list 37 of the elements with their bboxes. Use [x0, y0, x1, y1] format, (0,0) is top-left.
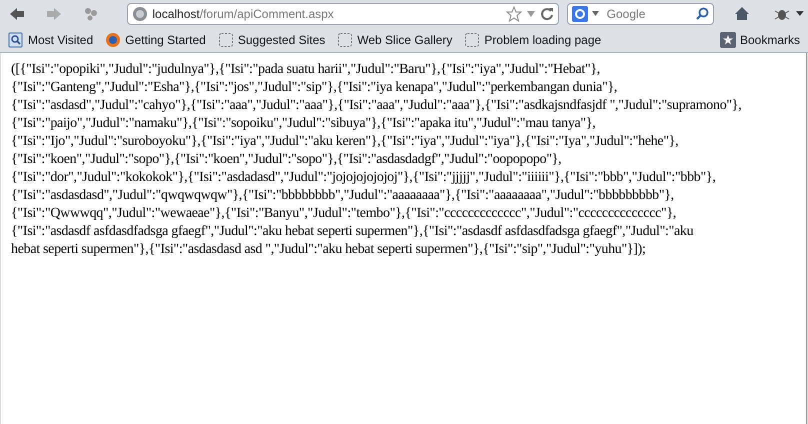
- json-text-line: {"Isi":"Qwwwqq","Judul":"wewaeae"},{"Isi":"Banyu","Judul":"tembo"},{"Isi":"ccccccccccccc","Judul":"cccccccccccccc"},: [11, 205, 676, 223]
- json-text-line: {"Isi":"asdasdf asfdasdfadsga gfaegf","Judul":"aku hebat seperti supermen"},{"Isi":"asdasdf asfdasdfadsga gfaegf","Judul":"aku: [11, 223, 694, 241]
- back-arrow-icon: [8, 6, 25, 20]
- json-text-line: ([{"Isi":"opopiki","Judul":"judulnya"},{"Isi":"pada suatu harii","Judul":"Baru"},{"Isi":"iya","Judul":"Hebat"},: [11, 61, 600, 79]
- json-text-line: {"Isi":"asdasd","Judul":"cahyo"},{"Isi":"aaa","Judul":"aaa"},{"Isi":"aaa","Judul":"aaa"},{"Isi":"asdkajsndfasjdf ","Judul":"supramono"},: [11, 97, 742, 115]
- address-bar[interactable]: localhost/forum/apiComment.aspx: [127, 2, 559, 24]
- json-text-line: {"Isi":"Ijo","Judul":"suroboyoku"},{"Isi":"iya","Judul":"aku keren"},{"Isi":"iya","Judul":"iya"},{"Isi":"Iya","Judul":"hehe"},: [11, 133, 678, 151]
- search-placeholder: Google: [606, 6, 646, 22]
- url-text: localhost/forum/apiComment.aspx: [152, 6, 334, 22]
- blank-page-icon: [218, 32, 234, 48]
- globe-icon: [132, 6, 148, 22]
- forward-arrow-icon: [46, 6, 62, 20]
- blank-page-icon: [464, 32, 480, 48]
- json-text-line: {"Isi":"dor","Judul":"kokokok"},{"Isi":"asdadasd","Judul":"jojojojojojoj"},{"Isi":"jjjjj","Judul":"iiiiii"},{"Isi":"bbb","Judul":"bbb"},: [11, 169, 716, 187]
- search-icon[interactable]: [696, 7, 709, 20]
- json-text-line: hebat seperti supermen"},{"Isi":"asdasdasd asd ","Judul":"aku hebat seperti supermen"},{"Isi":"sip","Judul":"yuhu"}]);: [11, 241, 646, 259]
- bookmarks-menu[interactable]: Bookmarks: [720, 30, 800, 48]
- reload-icon[interactable]: [540, 6, 554, 20]
- home-icon: [734, 6, 750, 21]
- dropdown-icon[interactable]: [592, 11, 599, 16]
- nodes-icon: [84, 6, 98, 20]
- globe-icon: [105, 32, 122, 48]
- dropdown-icon[interactable]: [796, 11, 804, 16]
- search-engine-icon: [572, 6, 588, 22]
- search-field[interactable]: Google: [566, 2, 714, 24]
- json-text-line: {"Isi":"asdasdasd","Judul":"qwqwqwqw"},{"Isi":"bbbbbbbb","Judul":"aaaaaaaa"},{"Isi":"aaaaaaaa","Judul":"bbbbbbbbb"},: [11, 187, 674, 205]
- star-icon[interactable]: [506, 6, 522, 22]
- bookmark-item[interactable]: Getting Started: [105, 30, 206, 48]
- bookmark-item[interactable]: Most Visited: [8, 30, 94, 48]
- bookmark-item[interactable]: Problem loading page: [464, 30, 602, 48]
- bookmark-item[interactable]: Suggested Sites: [218, 30, 326, 48]
- json-text-line: {"Isi":"paijo","Judul":"namaku"},{"Isi":"sopoiku","Judul":"sibuya"},{"Isi":"apaka itu","Judul":"mau tanya"},: [11, 115, 596, 133]
- bookmark-page-icon: [8, 32, 24, 48]
- json-text-line: {"Isi":"koen","Judul":"sopo"},{"Isi":"koen","Judul":"sopo"},{"Isi":"asdasdadgf","Judul":"oopopopo"},: [11, 151, 562, 169]
- blank-page-icon: [337, 32, 354, 48]
- json-text-line: {"Isi":"Ganteng","Judul":"Esha"},{"Isi":"jos","Judul":"sip"},{"Isi":"iya kenapa","Judul":"perkembangan dunia"},: [11, 79, 618, 97]
- bookmark-item[interactable]: Web Slice Gallery: [337, 30, 452, 48]
